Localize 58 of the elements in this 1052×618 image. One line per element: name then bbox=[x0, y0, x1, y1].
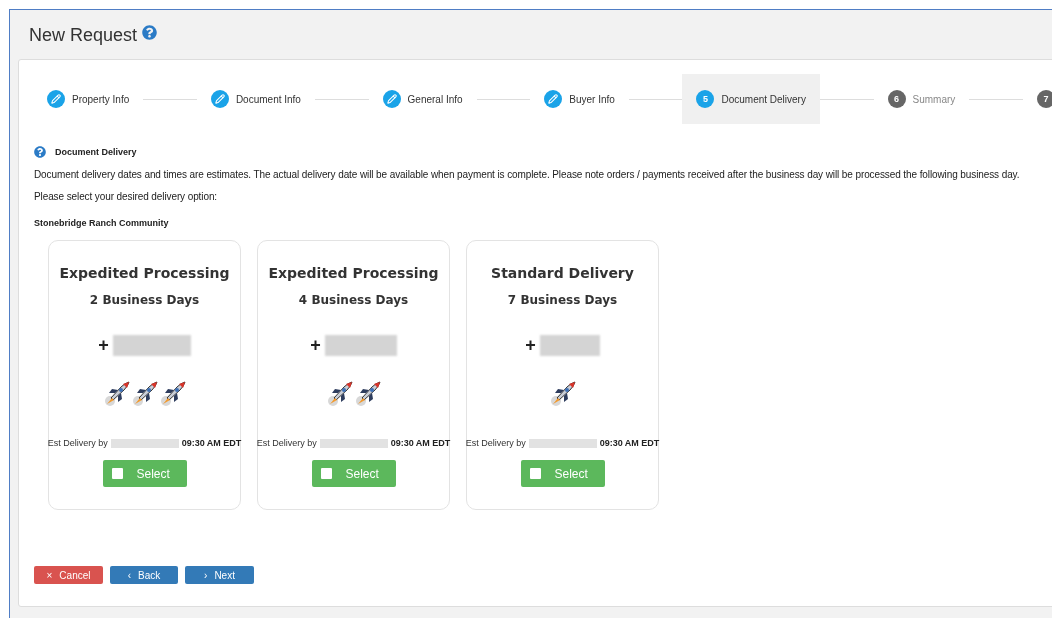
page-title: New Request bbox=[29, 25, 138, 46]
cancel-button[interactable]: × Cancel bbox=[34, 566, 103, 584]
notice-text: Document delivery dates and times are estimates. The actual delivery date will be available when payment is complete. Please note orders / payments received after the business day will be processed the following business day. bbox=[34, 169, 1021, 180]
rocket-icon bbox=[103, 381, 130, 407]
community-name: Stonebridge Ranch Community bbox=[34, 218, 170, 228]
redacted-price bbox=[539, 335, 600, 356]
step-number: 6 bbox=[887, 90, 906, 108]
redacted-date bbox=[110, 438, 179, 448]
pencil-icon bbox=[210, 90, 229, 108]
rocket-icon bbox=[326, 381, 353, 407]
pencil-icon bbox=[47, 90, 65, 108]
step-label: Summary bbox=[912, 93, 956, 105]
wizard-step[interactable]: 7 bbox=[1023, 74, 1052, 124]
rocket-icon bbox=[131, 381, 158, 407]
rocket-icon bbox=[549, 381, 576, 407]
next-button[interactable]: › Next bbox=[185, 566, 254, 584]
wizard-step[interactable]: Document Info bbox=[196, 74, 315, 124]
checkbox[interactable] bbox=[529, 468, 541, 479]
option-days: 4 Business Days bbox=[298, 293, 409, 307]
redacted-date bbox=[319, 438, 388, 448]
step-label: Buyer Info bbox=[569, 93, 615, 105]
option-title: Expedited Processing bbox=[268, 265, 439, 281]
step-number: 5 bbox=[696, 90, 715, 108]
rocket-icon bbox=[159, 381, 186, 407]
option-title: Standard Delivery bbox=[491, 265, 634, 281]
help-icon[interactable] bbox=[142, 25, 158, 40]
estimate-label: Est Delivery by bbox=[465, 438, 526, 448]
estimate-time: 09:30 AM EDT bbox=[390, 438, 451, 448]
plus-sign: + bbox=[98, 335, 109, 356]
option-days: 7 Business Days bbox=[507, 293, 618, 307]
step-label: General Info bbox=[407, 93, 463, 105]
checkbox[interactable] bbox=[320, 468, 332, 479]
wizard-step[interactable]: 5 Document Delivery bbox=[682, 74, 820, 124]
pencil-icon bbox=[544, 90, 563, 108]
step-label: Property Info bbox=[72, 93, 130, 105]
section-heading: Document Delivery bbox=[55, 147, 137, 157]
estimate-time: 09:30 AM EDT bbox=[599, 438, 660, 448]
pencil-icon bbox=[382, 90, 401, 108]
wizard-step[interactable]: 6 Summary bbox=[873, 74, 970, 124]
checkbox[interactable] bbox=[111, 468, 123, 479]
step-label: Document Delivery bbox=[721, 93, 806, 105]
back-button[interactable]: ‹ Back bbox=[110, 566, 178, 584]
wizard-step[interactable]: Buyer Info bbox=[530, 74, 629, 124]
wizard-step[interactable]: General Info bbox=[368, 74, 477, 124]
estimate-time: 09:30 AM EDT bbox=[181, 438, 242, 448]
estimate-label: Est Delivery by bbox=[47, 438, 108, 448]
plus-sign: + bbox=[525, 335, 536, 356]
redacted-date bbox=[528, 438, 597, 448]
help-icon[interactable] bbox=[34, 146, 46, 158]
rocket-icon bbox=[354, 381, 381, 407]
plus-sign: + bbox=[310, 335, 321, 356]
option-title: Expedited Processing bbox=[59, 265, 230, 281]
step-label: Document Info bbox=[235, 93, 301, 105]
step-number: 7 bbox=[1037, 90, 1052, 108]
option-days: 2 Business Days bbox=[89, 293, 200, 307]
wizard-step[interactable]: Property Info bbox=[33, 74, 144, 124]
estimate-label: Est Delivery by bbox=[256, 438, 317, 448]
prompt-text: Please select your desired delivery option: bbox=[34, 191, 219, 202]
